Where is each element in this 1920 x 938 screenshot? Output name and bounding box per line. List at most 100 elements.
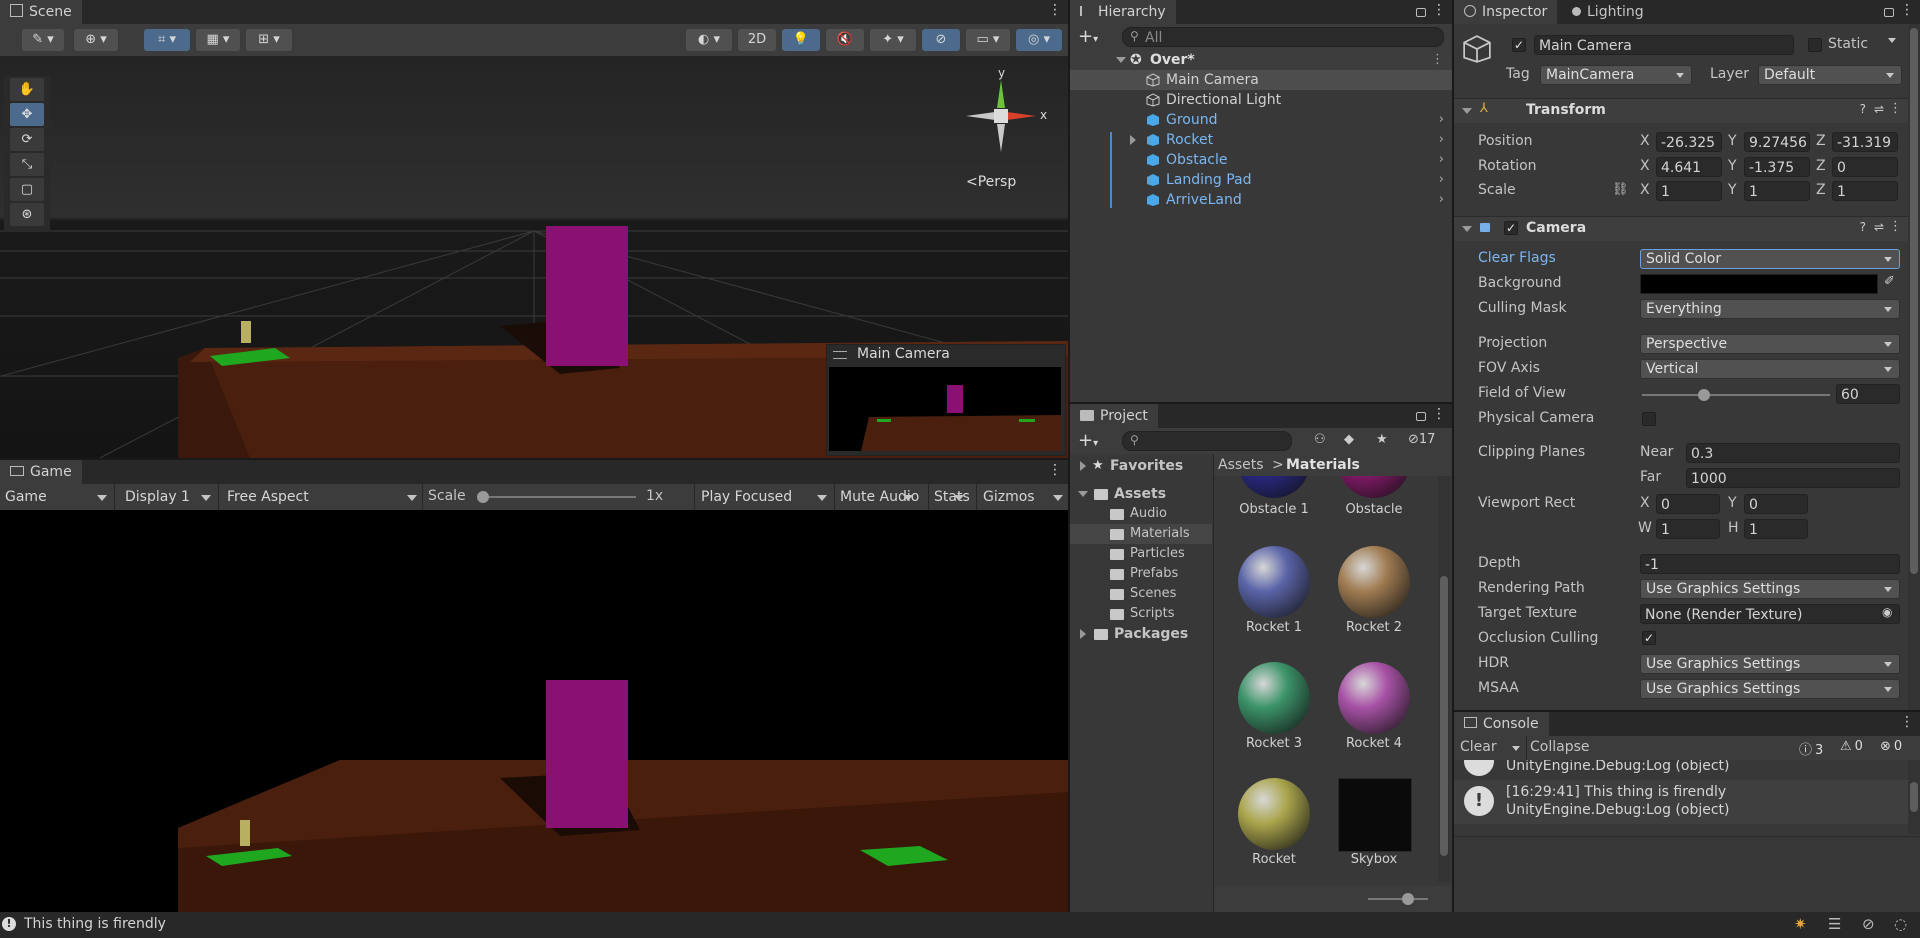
hierarchy-item-arriveland[interactable]: ArriveLand › [1070,190,1452,210]
foldout-arrow-icon[interactable] [1462,226,1472,232]
tree-folder-materials[interactable]: Materials [1070,524,1212,544]
tab-lighting[interactable]: Lighting [1562,0,1654,24]
tab-console[interactable]: Console [1454,712,1549,736]
open-prefab-chevron-icon[interactable]: › [1439,110,1444,130]
tree-folder-particles[interactable]: Particles [1070,544,1212,564]
console-entry-partial[interactable]: UnityEngine.Debug:Log (object) [1454,760,1908,778]
viewport-w-label[interactable]: W [1638,520,1652,536]
hierarchy-item-main-camera[interactable]: Main Camera [1070,70,1452,90]
rotation-y-field[interactable]: -1.375 [1744,157,1810,177]
hierarchy-item-directional-light[interactable]: Directional Light [1070,90,1452,110]
console-entry[interactable]: ! [16:29:41] This thing is firendly Unit… [1454,780,1908,824]
eyedropper-icon[interactable]: ✐ [1884,274,1895,289]
draw-mode-button[interactable]: ✎ ▾ [22,29,64,51]
breadcrumb-root[interactable]: Assets [1218,454,1264,476]
clear-button[interactable]: Clear [1460,739,1497,755]
hierarchy-item-obstacle[interactable]: Obstacle › [1070,150,1452,170]
msaa-dropdown[interactable]: Use Graphics Settings [1640,679,1900,699]
projection-dropdown[interactable]: Perspective [1640,334,1900,354]
viewport-y-field[interactable]: 0 [1744,494,1808,514]
tree-folder-scripts[interactable]: Scripts [1070,604,1212,624]
viewport-x-label[interactable]: X [1640,495,1650,511]
info-count-icon[interactable]: ⓘ 3 [1799,739,1823,758]
gizmos-toggle-icon[interactable]: ◎ ▾ [1016,29,1062,51]
viewport-h-label[interactable]: H [1728,520,1739,536]
favorite-star-icon[interactable]: ★ [1376,432,1388,447]
scene-tab-menu-icon[interactable]: ⋮ [1048,2,1062,18]
camera-header[interactable]: ✓ Camera ? ⇌ ⋮ [1454,216,1908,241]
audio-toggle-icon[interactable]: 🔇 [826,29,864,51]
rotation-x-field[interactable]: 4.641 [1656,157,1722,177]
open-prefab-chevron-icon[interactable]: › [1439,130,1444,150]
asset-scrollbar[interactable] [1438,476,1450,882]
preset-icon[interactable]: ⇌ [1874,102,1884,116]
grid-snap-button[interactable]: ⌗ ▾ [144,29,190,51]
project-search-input[interactable] [1122,431,1292,451]
effects-toggle-icon[interactable]: ✦ ▾ [870,29,916,51]
scrollbar-thumb[interactable] [1910,782,1918,812]
collapse-button[interactable]: Collapse [1530,739,1590,755]
transform-header[interactable]: ⅄ Transform ? ⇌ ⋮ [1454,98,1908,123]
axis-x-label[interactable]: X [1640,158,1650,174]
cache-server-icon[interactable]: ☰ [1828,915,1841,933]
material-thumbnail[interactable] [1238,778,1310,850]
hierarchy-item-ground[interactable]: Ground › [1070,110,1452,130]
tab-game[interactable]: Game [0,460,82,484]
scrollbar-thumb[interactable] [1910,28,1918,574]
open-prefab-chevron-icon[interactable]: › [1439,170,1444,190]
component-menu-icon[interactable]: ⋮ [1889,101,1902,116]
hidden-packages-icon[interactable]: ⊘17 [1408,432,1435,447]
help-icon[interactable]: ? [1860,220,1866,234]
material-thumbnail[interactable] [1238,476,1310,498]
scale-slider[interactable] [477,491,636,503]
constrain-proportions-icon[interactable]: ⛓ [1612,182,1629,197]
near-field[interactable]: 0.3 [1686,443,1900,463]
tree-assets[interactable]: Assets [1070,484,1212,504]
error-count-icon[interactable]: ⊗ 0 [1880,739,1902,754]
occlusion-culling-checkbox[interactable]: ✓ [1642,631,1656,645]
console-tab-menu-icon[interactable]: ⋮ [1900,714,1914,730]
background-color-swatch[interactable] [1640,274,1878,294]
global-toggle-button[interactable]: ⊕ ▾ [74,29,118,51]
material-thumbnail[interactable] [1238,546,1310,618]
play-focused-dropdown[interactable]: Play Focused [696,486,833,508]
axis-z-label[interactable]: Z [1816,182,1826,198]
thumbnail-size-thumb[interactable] [1402,893,1414,905]
material-thumbnail[interactable] [1338,662,1410,734]
hierarchy-tab-menu-icon[interactable]: ⋮ [1432,2,1446,18]
target-texture-field[interactable]: None (Render Texture) [1640,604,1900,624]
physical-camera-checkbox[interactable] [1642,412,1656,426]
project-tab-menu-icon[interactable]: ⋮ [1432,406,1446,422]
lighting-toggle-icon[interactable]: 💡 [782,29,820,51]
depth-field[interactable]: -1 [1640,554,1900,574]
inspector-scrollbar[interactable] [1908,24,1920,710]
active-checkbox[interactable]: ✓ [1512,38,1526,52]
hand-tool-icon[interactable]: ✋ [10,78,44,101]
object-name-field[interactable]: Main Camera [1534,35,1794,55]
scrollbar-thumb[interactable] [1440,576,1448,856]
position-y-field[interactable]: 9.27456 [1744,132,1810,152]
display-dropdown[interactable]: Display 1 [120,486,217,508]
open-prefab-chevron-icon[interactable]: › [1439,150,1444,170]
axis-y-label[interactable]: Y [1728,158,1737,174]
culling-mask-dropdown[interactable]: Everything [1640,299,1900,319]
viewport-x-field[interactable]: 0 [1656,494,1720,514]
game-view-dropdown[interactable]: Game [0,486,113,508]
fov-axis-dropdown[interactable]: Vertical [1640,359,1900,379]
lock-icon[interactable] [1884,8,1894,17]
aspect-dropdown[interactable]: Free Aspect [222,486,423,508]
warning-count-icon[interactable]: ⚠ 0 [1840,739,1863,754]
expand-arrow-icon[interactable] [1078,491,1088,497]
axis-x-label[interactable]: X [1640,182,1650,198]
clear-options-icon[interactable] [1512,746,1520,751]
expand-arrow-icon[interactable] [1080,461,1086,471]
open-prefab-chevron-icon[interactable]: › [1439,190,1444,210]
thumbnail-size-slider[interactable] [1368,893,1428,905]
rendering-path-dropdown[interactable]: Use Graphics Settings [1640,579,1900,599]
position-z-field[interactable]: -31.319 [1832,132,1898,152]
snap-increment-button[interactable]: ⊞ ▾ [246,29,292,51]
expand-arrow-icon[interactable] [1130,135,1136,145]
material-thumbnail[interactable] [1238,662,1310,734]
tree-folder-scenes[interactable]: Scenes [1070,584,1212,604]
material-thumbnail[interactable] [1338,476,1410,498]
